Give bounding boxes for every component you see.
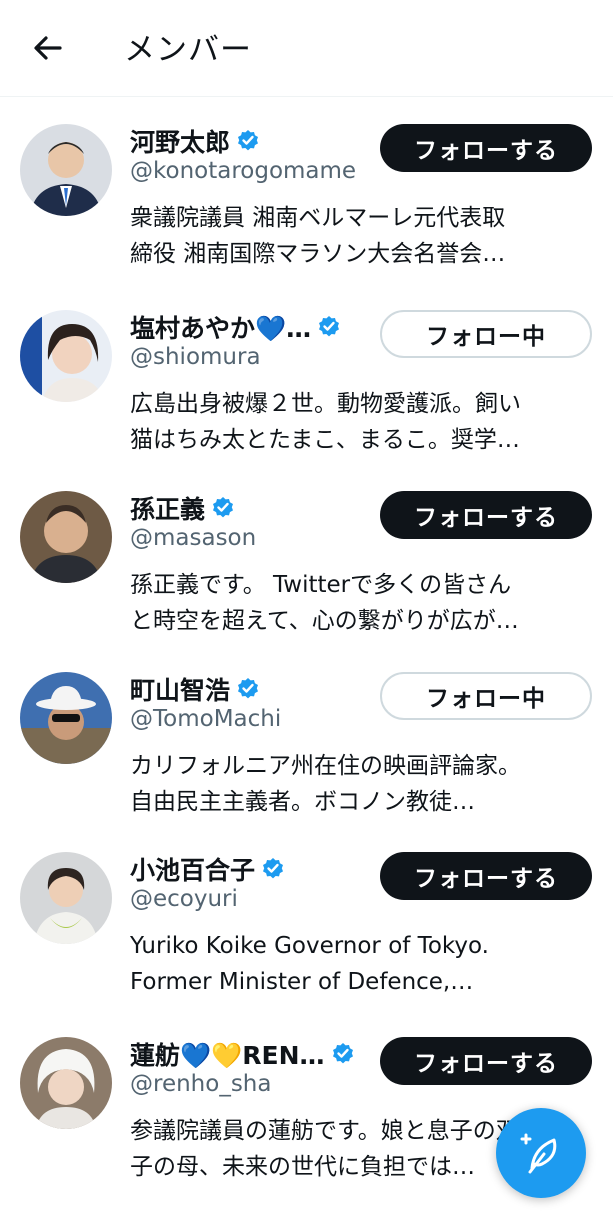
avatar[interactable] (20, 672, 112, 764)
user-name-row: 蓮舫💙💛REN… (130, 1037, 355, 1071)
user-handle: @konotarogomame (130, 158, 357, 184)
user-name-row: 河野太郎 (130, 124, 260, 158)
verified-badge-icon (332, 1043, 353, 1064)
following-button[interactable]: フォロー中 (380, 672, 592, 720)
bio-line: Yuriko Koike Governor of Tokyo. (130, 933, 489, 959)
bio-line: 自由民主主義者。ボコノン教徒… (130, 789, 475, 815)
user-name: 町山智浩 (130, 676, 231, 705)
verified-badge-icon (319, 316, 340, 337)
user-handle: @shiomura (130, 344, 261, 370)
following-button[interactable]: フォロー中 (380, 310, 592, 358)
bio-line: Former Minister of Defence,… (130, 969, 474, 995)
bio-line: 衆議院議員 湘南ベルマーレ元代表取 (130, 205, 506, 231)
user-name: 河野太郎 (130, 128, 231, 157)
avatar[interactable] (20, 852, 112, 944)
user-name: 蓮舫💙💛REN… (130, 1041, 325, 1070)
bio-line: と時空を超えて、心の繋がりが広が… (130, 608, 519, 634)
user-handle: @TomoMachi (130, 706, 282, 732)
list-item[interactable]: 小池百合子 @ecoyuri Yuriko Koike Governor of … (0, 852, 613, 1032)
user-bio: 衆議院議員 湘南ベルマーレ元代表取 締役 湘南国際マラソン大会名誉会… (130, 200, 590, 272)
page-title: メンバー (124, 32, 252, 68)
list-item[interactable]: 町山智浩 @TomoMachi カリフォルニア州在住の映画評論家。 自由民主主義… (0, 672, 613, 852)
user-bio: Yuriko Koike Governor of Tokyo. Former M… (130, 928, 590, 1000)
compose-feather-icon (520, 1133, 557, 1174)
bio-line: 広島出身被爆２世。動物愛護派。飼い (130, 391, 521, 417)
user-name-row: 町山智浩 (130, 672, 260, 706)
user-bio: カリフォルニア州在住の映画評論家。 自由民主主義者。ボコノン教徒… (130, 748, 590, 820)
user-handle: @masason (130, 525, 257, 551)
avatar[interactable] (20, 310, 112, 402)
list-item[interactable]: 孫正義 @masason 孫正義です。 Twitterで多くの皆さん と時空を超… (0, 491, 613, 671)
user-name: 塩村あやか💙… (130, 314, 312, 343)
verified-badge-icon (213, 497, 234, 518)
follow-button[interactable]: フォローする (380, 852, 592, 900)
list-item[interactable]: 塩村あやか💙… @shiomura 広島出身被爆２世。動物愛護派。飼い 猫はちみ… (0, 310, 613, 490)
user-handle: @renho_sha (130, 1071, 272, 1097)
arrow-left-icon (34, 36, 62, 60)
avatar[interactable] (20, 124, 112, 216)
user-name: 小池百合子 (130, 856, 256, 885)
avatar[interactable] (20, 1037, 112, 1129)
verified-badge-icon (263, 858, 284, 879)
compose-button[interactable] (496, 1108, 586, 1198)
user-bio: 孫正義です。 Twitterで多くの皆さん と時空を超えて、心の繋がりが広が… (130, 567, 590, 639)
user-name-row: 孫正義 (130, 491, 235, 525)
user-name: 孫正義 (130, 495, 206, 524)
follow-button[interactable]: フォローする (380, 124, 592, 172)
user-name-row: 塩村あやか💙… (130, 310, 341, 344)
user-bio: 広島出身被爆２世。動物愛護派。飼い 猫はちみ太とたまこ、まるこ。奨学… (130, 386, 590, 458)
list-item[interactable]: 河野太郎 @konotarogomame 衆議院議員 湘南ベルマーレ元代表取 締… (0, 124, 613, 304)
bio-line: 締役 湘南国際マラソン大会名誉会… (130, 241, 506, 267)
back-button[interactable] (28, 28, 68, 68)
follow-button[interactable]: フォローする (380, 1037, 592, 1085)
follow-button[interactable]: フォローする (380, 491, 592, 539)
bio-line: 猫はちみ太とたまこ、まるこ。奨学… (130, 427, 520, 453)
bio-line: カリフォルニア州在住の映画評論家。 (130, 753, 521, 779)
verified-badge-icon (238, 130, 259, 151)
user-handle: @ecoyuri (130, 886, 238, 912)
avatar[interactable] (20, 491, 112, 583)
verified-badge-icon (238, 678, 259, 699)
bio-line: 孫正義です。 Twitterで多くの皆さん (130, 572, 512, 598)
top-bar: メンバー (0, 0, 613, 97)
user-name-row: 小池百合子 (130, 852, 285, 886)
